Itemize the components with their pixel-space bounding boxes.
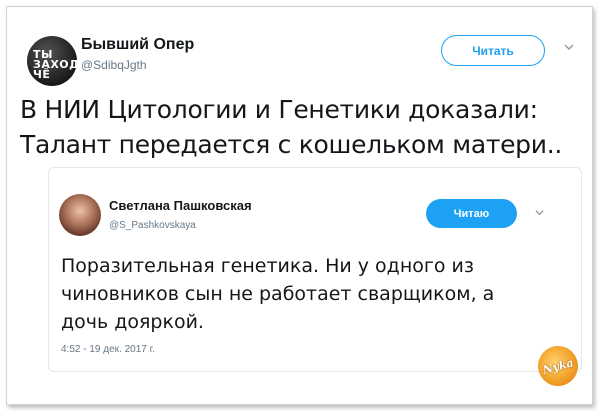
quoted-text-line: чиновников сын не работает сварщиком, а: [61, 283, 495, 305]
author-handle[interactable]: @SdibqJgth: [81, 58, 147, 72]
quoted-tweet-text: Поразительная генетика. Ни у одного из ч…: [61, 252, 571, 336]
author-name[interactable]: Бывший Опер: [81, 36, 194, 54]
avatar-text: ТЫ ЗАХОДИ ЧЁ: [33, 48, 77, 81]
chevron-down-icon[interactable]: [535, 208, 544, 217]
quoted-author-handle[interactable]: @S_Pashkovskaya: [109, 220, 196, 231]
quoted-author-avatar[interactable]: [59, 194, 101, 236]
follow-button[interactable]: Читать: [441, 35, 545, 66]
quoted-text-line: дочь дояркой.: [61, 311, 204, 333]
quoted-tweet-timestamp[interactable]: 4:52 - 19 дек. 2017 г.: [61, 344, 155, 355]
quoted-author-name[interactable]: Светлана Пашковская: [109, 198, 252, 213]
quoted-tweet[interactable]: Светлана Пашковская @S_Pashkovskaya Чита…: [48, 167, 582, 372]
chevron-down-icon[interactable]: [564, 42, 574, 52]
author-avatar[interactable]: ТЫ ЗАХОДИ ЧЁ: [27, 36, 77, 86]
following-button[interactable]: Читаю: [426, 199, 517, 228]
tweet-text: В НИИ Цитологии и Генетики доказали: Тал…: [20, 92, 580, 162]
quoted-text-line: Поразительная генетика. Ни у одного из: [61, 255, 474, 277]
tweet-text-line: Талант передается с кошельком матери..: [20, 130, 562, 159]
tweet-text-line: В НИИ Цитологии и Генетики доказали:: [20, 95, 538, 124]
